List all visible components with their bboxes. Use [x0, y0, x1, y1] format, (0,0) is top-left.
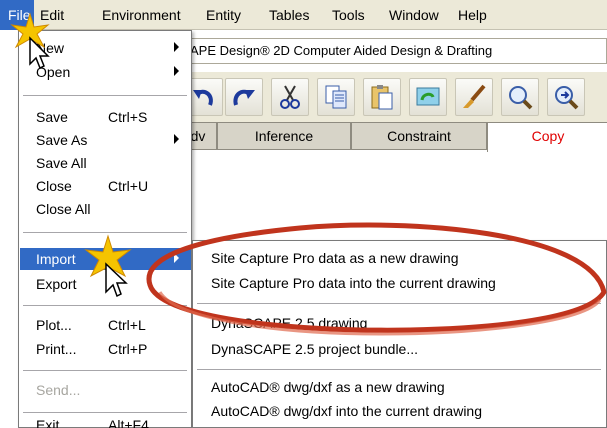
menu-item-close-all[interactable]: Close All: [20, 198, 191, 220]
menu-entity[interactable]: Entity: [206, 7, 241, 23]
menu-separator: [23, 232, 187, 233]
menu-item-save-as[interactable]: Save As: [20, 129, 191, 151]
submenu-separator: [197, 303, 601, 304]
menu-item-shortcut: Ctrl+L: [108, 317, 146, 333]
submenu-item-autocad-new[interactable]: AutoCAD® dwg/dxf as a new drawing: [194, 376, 604, 398]
submenu-arrow-icon: [174, 253, 179, 263]
menu-help[interactable]: Help: [458, 7, 487, 23]
submenu-separator: [197, 369, 601, 370]
cut-button[interactable]: [271, 78, 309, 116]
zoom-next-button[interactable]: [547, 78, 585, 116]
menu-item-label: Plot...: [36, 317, 72, 333]
menu-item-save[interactable]: Save Ctrl+S: [20, 106, 191, 128]
submenu-arrow-icon: [174, 42, 179, 52]
submenu-item-dynascape-drawing[interactable]: DynaSCAPE 2.5 drawing: [194, 312, 604, 334]
menu-bar: File Edit Environment Entity Tables Tool…: [0, 0, 607, 30]
menu-item-print[interactable]: Print... Ctrl+P: [20, 338, 191, 360]
zoom-icon: [509, 86, 533, 110]
menu-item-plot[interactable]: Plot... Ctrl+L: [20, 314, 191, 336]
menu-item-label: Open: [36, 64, 71, 80]
menu-tables[interactable]: Tables: [269, 7, 309, 23]
menu-item-exit[interactable]: Exit Alt+F4: [20, 414, 191, 428]
refresh-button[interactable]: [409, 78, 447, 116]
submenu-item-autocad-current[interactable]: AutoCAD® dwg/dxf into the current drawin…: [194, 400, 604, 422]
menu-separator: [23, 370, 187, 371]
submenu-item-label: AutoCAD® dwg/dxf as a new drawing: [211, 379, 445, 395]
app-title-bar: APE Design® 2D Computer Aided Design & D…: [183, 38, 607, 64]
menu-separator: [23, 95, 187, 96]
submenu-item-label: Site Capture Pro data into the current d…: [211, 275, 496, 291]
tab-copy[interactable]: Copy: [487, 122, 607, 152]
menu-item-label: Send...: [36, 382, 81, 398]
menu-item-save-all[interactable]: Save All: [20, 152, 191, 174]
menu-environment[interactable]: Environment: [102, 7, 181, 23]
submenu-item-label: DynaSCAPE 2.5 project bundle...: [211, 341, 419, 357]
menu-item-export[interactable]: Export: [20, 273, 191, 295]
menu-item-label: Close All: [36, 201, 91, 217]
app-title: APE Design® 2D Computer Aided Design & D…: [190, 43, 493, 58]
tab-inference[interactable]: Inference: [217, 122, 351, 150]
menu-item-import[interactable]: Import: [20, 248, 191, 270]
submenu-arrow-icon: [174, 134, 179, 144]
menu-separator: [23, 305, 187, 306]
menu-item-label: Save As: [36, 132, 88, 148]
redo-icon: [233, 89, 255, 106]
menu-item-label: Import: [36, 251, 76, 267]
menu-item-label: Print...: [36, 341, 77, 357]
file-menu: New Open Save Ctrl+S Save As Save All Clo…: [18, 30, 192, 428]
submenu-item-label: Site Capture Pro data as a new drawing: [211, 250, 459, 266]
menu-item-label: Save All: [36, 155, 87, 171]
menu-item-label: Close: [36, 178, 72, 194]
cut-icon: [280, 85, 300, 109]
menu-item-label: New: [36, 40, 65, 56]
redo-button[interactable]: [225, 78, 263, 116]
menu-edit[interactable]: Edit: [40, 7, 64, 23]
copy-icon: [325, 85, 347, 109]
submenu-item-label: DynaSCAPE 2.5 drawing: [211, 315, 368, 331]
paste-button[interactable]: [363, 78, 401, 116]
submenu-item-dynascape-bundle[interactable]: DynaSCAPE 2.5 project bundle...: [194, 338, 604, 360]
paste-icon: [371, 85, 393, 110]
menu-item-label: Save: [36, 109, 68, 125]
brush-button[interactable]: [455, 78, 493, 116]
menu-item-shortcut: Ctrl+P: [108, 341, 148, 357]
zoom-next-icon: [555, 86, 579, 110]
menu-item-shortcut: Alt+F4: [108, 417, 149, 428]
copy-button[interactable]: [317, 78, 355, 116]
menu-item-open[interactable]: Open: [20, 61, 191, 83]
menu-item-send: Send...: [20, 379, 191, 401]
menu-item-close[interactable]: Close Ctrl+U: [20, 175, 191, 197]
menu-item-shortcut: Ctrl+S: [108, 109, 148, 125]
brush-icon: [463, 84, 486, 108]
menu-file[interactable]: File: [0, 0, 34, 30]
tab-strip: dv Inference Constraint Copy: [179, 122, 607, 152]
submenu-item-site-capture-new[interactable]: Site Capture Pro data as a new drawing: [194, 247, 604, 269]
submenu-item-label: AutoCAD® dwg/dxf into the current drawin…: [211, 403, 483, 419]
menu-item-label: Export: [36, 276, 77, 292]
zoom-button[interactable]: [501, 78, 539, 116]
tab-constraint[interactable]: Constraint: [351, 122, 487, 150]
menu-item-new[interactable]: New: [20, 37, 191, 59]
menu-tools[interactable]: Tools: [332, 7, 365, 23]
submenu-item-site-capture-current[interactable]: Site Capture Pro data into the current d…: [194, 272, 604, 294]
refresh-icon: [416, 87, 440, 106]
menu-window[interactable]: Window: [389, 7, 439, 23]
menu-separator: [23, 412, 187, 413]
menu-item-label: Exit: [36, 417, 60, 428]
import-submenu: Site Capture Pro data as a new drawing S…: [192, 240, 607, 428]
submenu-arrow-icon: [174, 66, 179, 76]
toolbar: [183, 72, 607, 122]
undo-icon: [193, 89, 213, 106]
menu-item-shortcut: Ctrl+U: [108, 178, 149, 194]
